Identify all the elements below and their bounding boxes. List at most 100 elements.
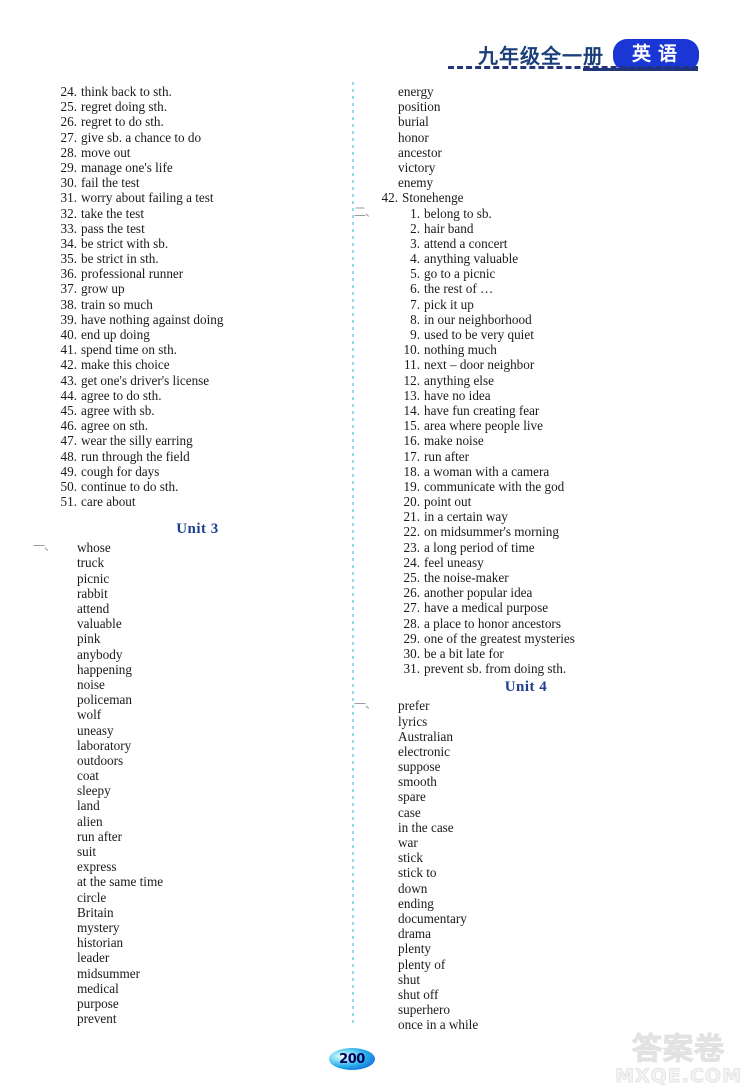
phrase-item: 19. communicate with the god	[376, 479, 676, 494]
item-text: agree to do sth.	[81, 387, 162, 403]
item-text: the noise-maker	[424, 570, 509, 585]
item-number: 21.	[403, 509, 420, 525]
item-text: make this choice	[81, 357, 170, 373]
item-number: 26.	[403, 585, 420, 601]
phrase-item: 7. pick it up	[376, 297, 676, 312]
item-number: 27.	[403, 600, 420, 616]
item-text: used to be very quiet	[424, 327, 534, 342]
word-item: midsummer	[77, 965, 141, 981]
item-text: continue to do sth.	[81, 478, 179, 494]
phrase-item: 24. feel uneasy	[376, 555, 676, 570]
phrase-item: 27. have a medical purpose	[376, 600, 676, 615]
phrase-item: 42. make this choice	[55, 357, 340, 372]
phrase-item: 28. a place to honor ancestors	[376, 616, 676, 631]
item-number: 2.	[410, 220, 420, 236]
phrase-item: 9. used to be very quiet	[376, 327, 676, 342]
word-item: Britain	[77, 904, 114, 920]
word-item: at the same time	[77, 874, 164, 890]
phrase-item: 51. care about	[55, 494, 340, 509]
word-item: in the case	[398, 819, 454, 835]
phrase-item: 10. nothing much	[376, 342, 676, 357]
word-item: mystery	[77, 919, 120, 935]
word-item: historian	[77, 935, 124, 951]
phrase-item: 30. fail the test	[55, 175, 340, 190]
word-item: energy	[398, 84, 434, 99]
item-text: go to a picnic	[424, 266, 496, 282]
unit-heading-3: Unit 3	[55, 518, 340, 540]
phrase-item: 38. train so much	[55, 297, 340, 312]
word-item: outdoors	[77, 752, 124, 768]
phrase-item: 8. in our neighborhood	[376, 312, 676, 327]
item-number: 25.	[60, 99, 77, 115]
phrase-item: 16. make noise	[376, 433, 676, 448]
item-number: 42.	[381, 190, 398, 206]
item-text: have no idea	[424, 387, 491, 403]
item-number: 29.	[403, 630, 420, 646]
left-column: 24. think back to sth. 25. regret doing sth…	[33, 84, 340, 1027]
word-item: suppose	[398, 759, 441, 775]
item-text: run through the field	[81, 448, 190, 464]
left-word-section: 一、 whose truck picnic rabbit attend valuable p…	[33, 539, 340, 1027]
item-text: next – door neighbor	[424, 357, 535, 373]
phrase-item: 6. the rest of …	[376, 281, 676, 296]
item-text: attend a concert	[424, 235, 508, 251]
word-item: victory	[398, 159, 436, 175]
unit-heading-label: Unit	[504, 679, 536, 696]
item-text: get one's driver's license	[81, 372, 210, 388]
word-item: ancestor	[398, 144, 442, 160]
item-number: 36.	[60, 266, 77, 282]
item-number: 47.	[60, 433, 77, 449]
item-number: 33.	[60, 220, 77, 236]
unit-heading-number: 3	[210, 521, 219, 538]
phrase-item: 21. in a certain way	[376, 509, 676, 524]
item-number: 11.	[404, 357, 420, 373]
item-text: a long period of time	[424, 539, 535, 555]
item-text: point out	[424, 494, 472, 510]
word-item: prefer	[398, 698, 430, 714]
word-item: war	[398, 835, 418, 850]
phrase-item: 29. manage one's life	[55, 160, 340, 175]
item-text: regret doing sth.	[81, 99, 168, 115]
word-item: anybody	[77, 646, 123, 662]
item-text: give sb. a chance to do	[81, 129, 202, 145]
item-text: hair band	[424, 220, 474, 236]
word-item: stick	[398, 850, 423, 866]
word-item: Australian	[398, 728, 453, 744]
item-number: 24.	[60, 84, 77, 99]
phrase-item: 26. regret to do sth.	[55, 114, 340, 129]
item-number: 17.	[403, 448, 420, 464]
phrase-item: 49. cough for days	[55, 464, 340, 479]
word-item: attend	[77, 601, 110, 616]
phrase-item: 31. worry about failing a test	[55, 190, 340, 205]
item-text: another popular idea	[424, 585, 533, 601]
word-item: prevent	[77, 1011, 117, 1027]
phrase-item: 39. have nothing against doing	[55, 312, 340, 327]
phrase-item: 12. anything else	[376, 373, 676, 388]
word-item: case	[398, 804, 421, 820]
word-item: superhero	[398, 1002, 450, 1018]
word-item: pink	[77, 631, 101, 647]
word-item: rabbit	[77, 585, 108, 601]
section-marker-one: 一、	[33, 539, 56, 554]
item-number: 13.	[403, 387, 420, 403]
item-number: 31.	[403, 661, 420, 677]
phrase-item: 18. a woman with a camera	[376, 464, 676, 479]
item-text: have nothing against doing	[81, 311, 224, 327]
word-item: whose	[77, 540, 111, 556]
word-item: drama	[398, 926, 431, 942]
phrase-item: 1. belong to sb.	[376, 206, 676, 221]
word-item: sleepy	[77, 783, 111, 799]
item-number: 19.	[403, 478, 420, 494]
item-text: spend time on sth.	[81, 342, 177, 358]
item-number: 4.	[410, 251, 420, 267]
word-item: plenty of	[398, 956, 446, 972]
right-column: energy position burial honor ancestor victory…	[354, 84, 676, 1032]
phrase-item: 25. the noise-maker	[376, 570, 676, 585]
item-number: 49.	[60, 463, 77, 479]
item-text: feel uneasy	[424, 554, 484, 570]
right-word-list-top: energy position burial honor ancestor victory…	[376, 84, 676, 190]
item-number: 46.	[60, 418, 77, 434]
word-item: alien	[77, 813, 103, 829]
word-item: documentary	[398, 910, 467, 926]
word-item: leader	[77, 950, 110, 966]
